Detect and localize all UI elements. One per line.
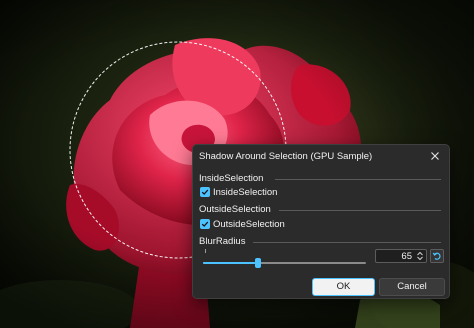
- inside-checkbox-label[interactable]: InsideSelection: [213, 187, 277, 198]
- chevron-up-icon: [417, 251, 423, 256]
- slider-tick: [205, 249, 206, 253]
- divider: [275, 179, 441, 180]
- inside-section-label: InsideSelection: [199, 173, 264, 184]
- shadow-dialog: Shadow Around Selection (GPU Sample) Ins…: [192, 144, 450, 299]
- divider: [253, 242, 441, 243]
- chevron-down-icon: [417, 256, 423, 261]
- blur-radius-value[interactable]: 65: [401, 251, 412, 262]
- outside-checkbox[interactable]: [200, 219, 210, 229]
- slider-fill: [203, 262, 255, 264]
- dialog-title: Shadow Around Selection (GPU Sample): [199, 151, 373, 162]
- canvas-area[interactable]: Shadow Around Selection (GPU Sample) Ins…: [0, 0, 474, 328]
- close-icon[interactable]: [427, 148, 443, 164]
- ok-button[interactable]: OK: [312, 278, 375, 296]
- outside-checkbox-label[interactable]: OutsideSelection: [213, 219, 285, 230]
- cancel-button[interactable]: Cancel: [379, 278, 445, 296]
- slider-thumb[interactable]: [255, 258, 261, 268]
- blur-section-label: BlurRadius: [199, 236, 246, 247]
- checkmark-icon: [201, 189, 209, 195]
- reset-arrow-icon: [432, 252, 441, 260]
- divider: [279, 210, 441, 211]
- reset-button[interactable]: [430, 249, 444, 263]
- blur-radius-slider[interactable]: [203, 256, 366, 270]
- inside-checkbox[interactable]: [200, 187, 210, 197]
- spin-buttons: [415, 251, 425, 261]
- outside-section-label: OutsideSelection: [199, 204, 271, 215]
- blur-radius-spinbox[interactable]: 65: [375, 249, 427, 263]
- dialog-titlebar[interactable]: Shadow Around Selection (GPU Sample): [193, 145, 449, 167]
- checkmark-icon: [201, 221, 209, 227]
